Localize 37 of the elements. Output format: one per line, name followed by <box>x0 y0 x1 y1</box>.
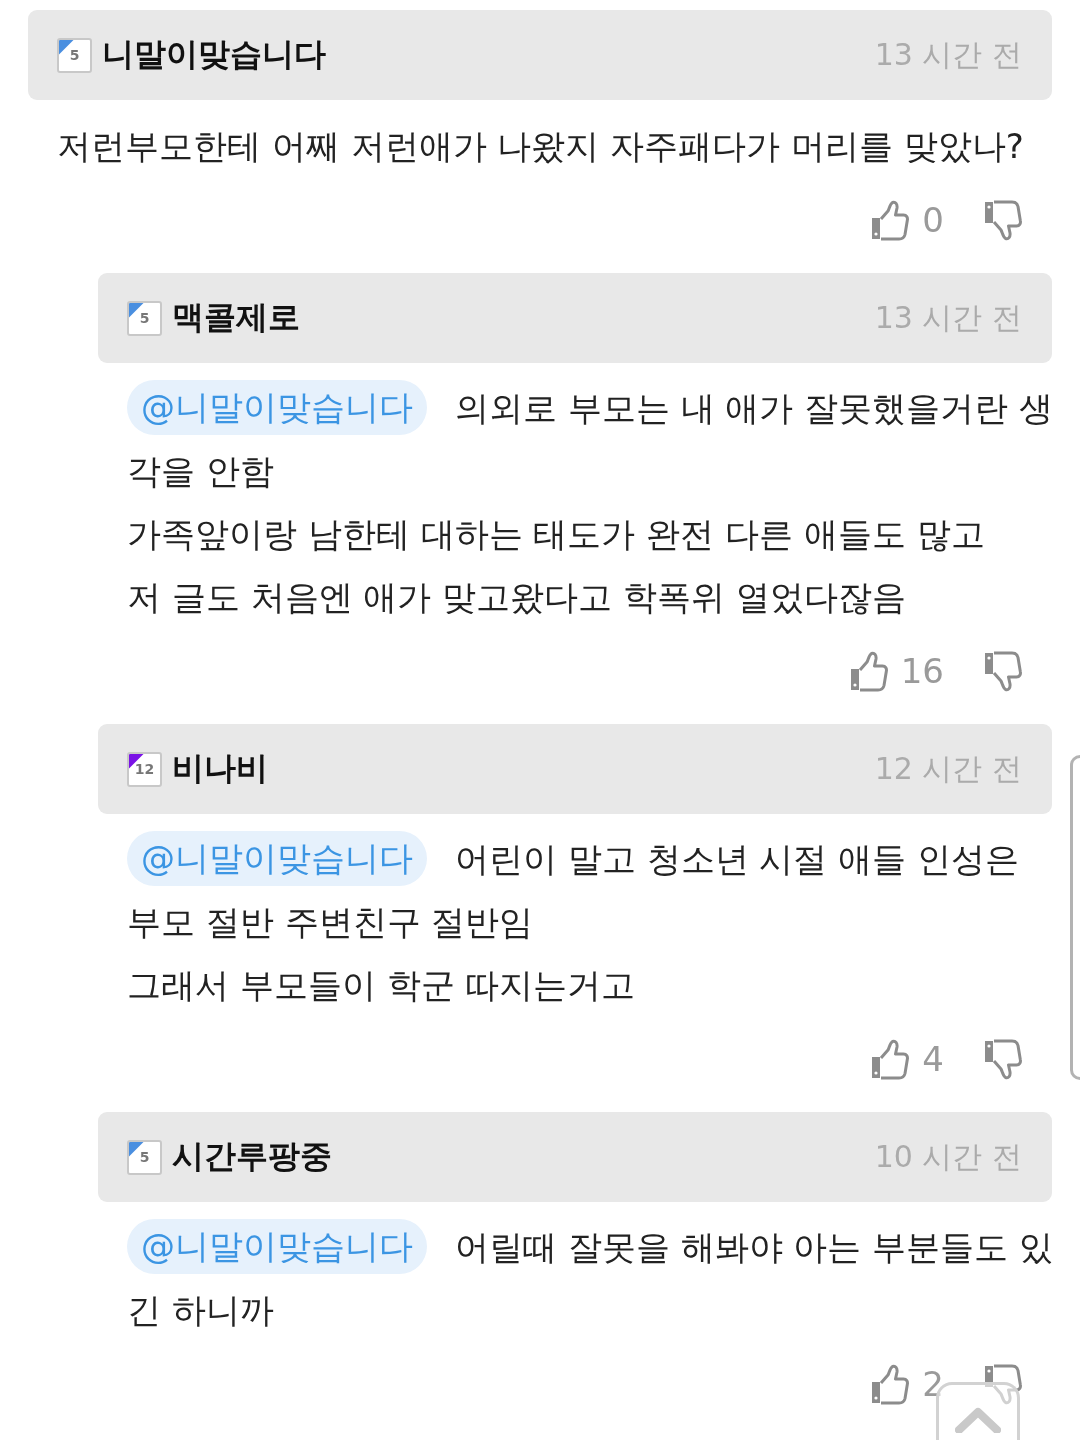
mention-link[interactable]: @니말이맞습니다 <box>127 831 427 886</box>
thumbs-up-icon <box>871 199 910 241</box>
like-button[interactable]: 16 <box>849 650 944 692</box>
thumbs-up-icon <box>871 1038 910 1080</box>
thumbs-down-icon <box>984 1038 1022 1080</box>
scroll-handle[interactable] <box>1070 755 1080 1080</box>
dislike-button[interactable] <box>984 1363 1022 1405</box>
level-number: 5 <box>139 311 150 325</box>
like-button[interactable]: 4 <box>871 1038 944 1080</box>
comment-text: @니말이맞습니다 어린이 말고 청소년 시절 애들 인성은 부모 절반 주변친구 절반임 그래서 부모들이 학군 따지는거고 <box>98 828 1052 1017</box>
author-name[interactable]: 비나비 <box>172 747 268 791</box>
timestamp: 13 시간 전 <box>874 35 1022 74</box>
like-button[interactable]: 0 <box>871 199 944 241</box>
timestamp: 13 시간 전 <box>874 298 1022 337</box>
thumbs-up-icon <box>871 1363 910 1405</box>
comment-text: @니말이맞습니다 의외로 부모는 내 애가 잘못했을거란 생 각을 안함 가족앞이랑 남한테 대하는 태도가 완전 다른 애들도 많고 저 글도 처음엔 애가 맞고왔다고 학폭위 열었다잖음 <box>98 377 1052 629</box>
level-number: 5 <box>139 1150 150 1164</box>
like-button[interactable]: 2 <box>871 1363 944 1405</box>
mention-link[interactable]: @니말이맞습니다 <box>127 380 427 435</box>
dislike-button[interactable] <box>984 650 1022 692</box>
author-name[interactable]: 니말이맞습니다 <box>102 33 326 77</box>
dislike-button[interactable] <box>984 199 1022 241</box>
thumbs-down-icon <box>984 1363 1022 1405</box>
thumbs-down-icon <box>984 199 1022 241</box>
dislike-button[interactable] <box>984 1038 1022 1080</box>
timestamp: 10 시간 전 <box>874 1137 1022 1176</box>
thumbs-up-icon <box>849 650 888 692</box>
author-name[interactable]: 시간루팡중 <box>172 1135 332 1179</box>
comment-text: 저런부모한테 어째 저런애가 나왔지 자주패다가 머리를 맞았나? <box>56 125 1025 168</box>
comment-text: @니말이맞습니다 어릴때 잘못을 해봐야 아는 부분들도 있 긴 하니까 <box>98 1216 1052 1342</box>
thumbs-down-icon <box>984 650 1022 692</box>
mention-link[interactable]: @니말이맞습니다 <box>127 1219 427 1274</box>
level-number: 12 <box>134 762 155 776</box>
level-number: 5 <box>69 48 80 62</box>
chevron-up-icon <box>955 1407 1001 1433</box>
author-name[interactable]: 맥콜제로 <box>172 296 300 340</box>
timestamp: 12 시간 전 <box>874 749 1022 788</box>
